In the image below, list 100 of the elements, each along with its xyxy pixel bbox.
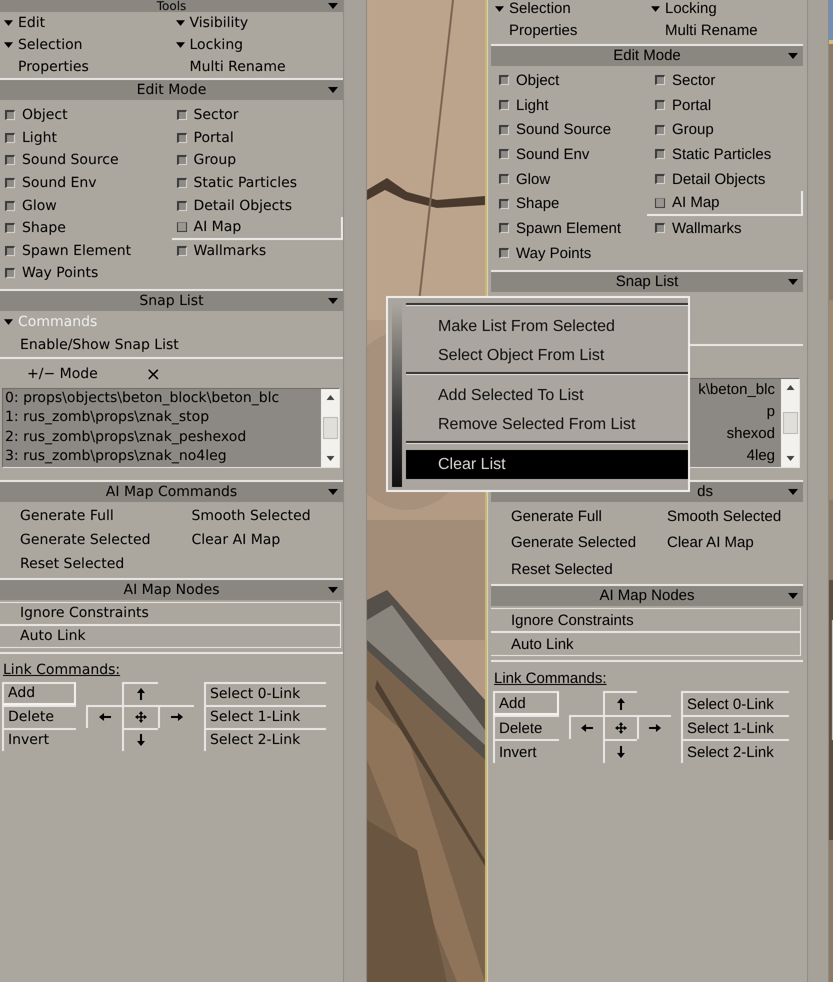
menu-item[interactable]: Select Object From List [406,341,688,370]
right-arrow-icon[interactable] [637,715,671,740]
command-button[interactable]: Generate Full [491,504,647,530]
link-button[interactable]: Add [493,691,559,716]
checkbox-option[interactable]: Group [172,149,343,172]
section-header[interactable]: Edit Mode [491,44,803,66]
checkbox-option[interactable]: Sound Source [491,117,647,142]
link-button[interactable]: Select 1-Link [204,704,326,728]
section-header[interactable]: Snap List [0,288,343,311]
checkbox[interactable] [499,223,509,234]
checkbox-option[interactable]: Object [491,68,647,93]
up-arrow-icon[interactable] [603,691,637,716]
checkbox[interactable] [655,174,665,184]
checkbox[interactable] [499,124,509,135]
checkbox-option[interactable]: AI Map [647,191,803,216]
menu-item[interactable]: Properties [491,17,647,44]
menu-item[interactable]: Clear List [406,450,688,479]
checkbox-option[interactable]: Portal [172,126,343,150]
scroll-down-icon[interactable] [326,456,334,461]
checkbox[interactable] [499,248,509,258]
checkbox[interactable] [5,155,15,166]
menu-item[interactable]: Selection [491,0,647,17]
command-button[interactable]: Generate Selected [0,528,172,552]
checkbox[interactable] [655,223,665,234]
checkbox-option[interactable]: Glow [491,166,647,192]
checkbox[interactable] [499,149,509,160]
left-arrow-icon[interactable] [569,715,603,740]
checkbox[interactable] [5,132,15,143]
checkbox[interactable] [655,149,665,160]
checkbox-option[interactable]: Light [0,126,172,150]
scroll-thumb[interactable] [322,416,338,439]
checkbox[interactable] [499,100,509,110]
command-button[interactable]: Reset Selected [0,552,172,576]
link-button[interactable]: Select 1-Link [681,715,789,740]
list-item[interactable]: 1: rus_zomb\props\znak_stop [3,408,321,428]
down-arrow-icon[interactable] [603,739,637,764]
list-item[interactable]: 2: rus_zomb\props\znak_peshexod [3,428,321,448]
menu-item[interactable]: Multi Rename [647,17,803,44]
section-header[interactable]: AI Map Nodes [491,584,803,606]
section-header[interactable]: Tools [0,0,343,12]
checkbox-option[interactable]: Static Particles [647,142,803,167]
toggle-button[interactable]: Auto Link [0,624,341,648]
checkbox-option[interactable]: Light [491,92,647,118]
command-button[interactable]: Smooth Selected [647,504,803,530]
checkbox-option[interactable]: Way Points [491,240,647,266]
move-icon[interactable] [122,704,158,728]
checkbox[interactable] [655,75,665,86]
checkbox-option[interactable]: Sound Env [0,172,172,194]
checkbox-option[interactable]: Detail Objects [172,194,343,217]
menu-item[interactable]: Add Selected To List [406,381,688,410]
command-button[interactable]: Smooth Selected [172,504,343,528]
checkbox[interactable] [655,198,665,208]
section-header[interactable]: AI Map Nodes [0,578,343,600]
checkbox[interactable] [655,124,665,135]
checkbox-option[interactable]: Glow [0,194,172,217]
checkbox-option[interactable]: Static Particles [172,172,343,194]
link-button[interactable]: Select 2-Link [681,739,789,764]
checkbox-option[interactable]: Wallmarks [647,216,803,241]
menu-item[interactable]: Selection [0,34,172,56]
link-button[interactable]: Select 0-Link [204,682,326,705]
menu-item[interactable]: Properties [0,56,172,78]
checkbox-option[interactable]: Detail Objects [647,166,803,192]
link-button[interactable]: Delete [2,704,76,728]
menu-item[interactable]: Make List From Selected [406,312,688,341]
checkbox[interactable] [499,198,509,209]
checkbox[interactable] [499,75,509,86]
link-button[interactable]: Invert [493,739,559,764]
scroll-up-icon[interactable] [786,384,794,390]
checkbox-option[interactable]: AI Map [172,216,343,240]
scroll-thumb[interactable] [782,412,798,434]
checkbox[interactable] [176,246,186,256]
checkbox[interactable] [176,200,186,211]
checkbox-option[interactable]: Wallmarks [172,240,343,262]
snap-list[interactable]: 0: props\objects\beton_block\beton_blc 1: rus_zomb\props\znak_stop 2: rus_zomb\props\znak_peshexod 3: rus_zomb\props\znak_no4leg [2,388,340,468]
toggle-button[interactable]: Ignore Constraints [0,602,341,625]
menu-item[interactable]: Remove Selected From List [406,410,688,439]
checkbox-option[interactable]: Way Points [0,262,172,285]
link-button[interactable]: Invert [2,728,76,751]
move-icon[interactable] [603,715,637,740]
scroll-down-icon[interactable] [786,456,794,460]
checkbox[interactable] [655,100,665,110]
checkbox-option[interactable]: Group [647,117,803,142]
command-button[interactable]: Generate Full [0,504,172,528]
link-button[interactable]: Add [2,682,76,705]
mode-button[interactable]: +/− Mode [27,366,98,382]
checkbox[interactable] [5,110,15,120]
checkbox[interactable] [5,178,15,188]
menu-item[interactable]: Visibility [172,12,343,34]
link-button[interactable]: Select 0-Link [681,691,789,716]
menu-item[interactable]: Edit [0,12,172,34]
checkbox-option[interactable]: Sound Source [0,149,172,172]
checkbox[interactable] [176,222,186,232]
list-item[interactable]: 3: rus_zomb\props\znak_no4leg [3,447,321,467]
section-header[interactable]: AI Map Commands [0,480,343,502]
menu-item[interactable]: Locking [647,0,803,17]
checkbox-option[interactable]: Shape [491,191,647,216]
down-arrow-icon[interactable] [122,728,158,751]
checkbox[interactable] [5,200,15,211]
menu-item[interactable]: Multi Rename [172,56,343,78]
toggle-button[interactable]: Ignore Constraints [491,608,801,632]
